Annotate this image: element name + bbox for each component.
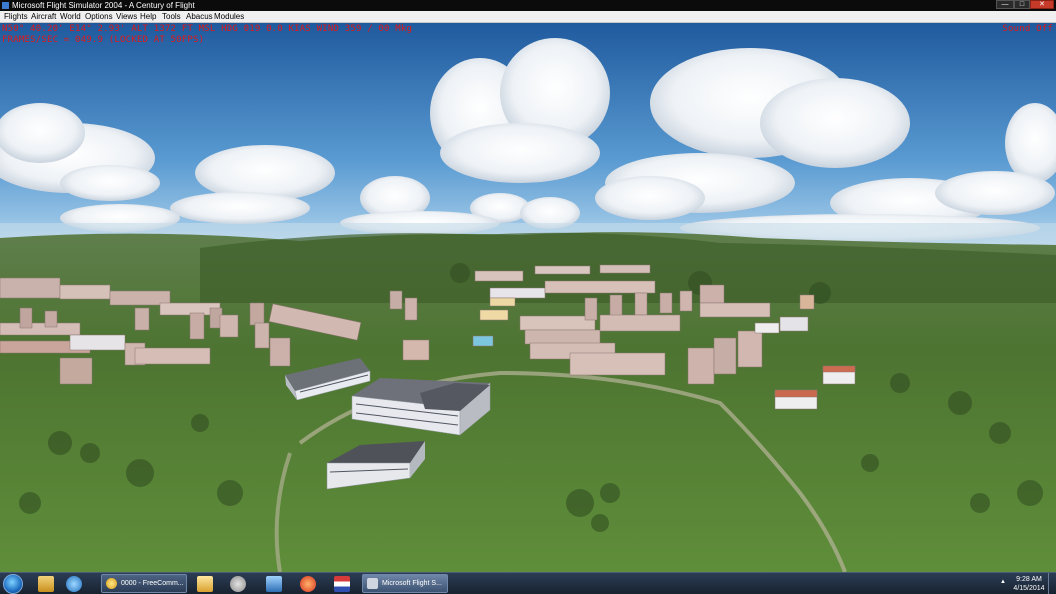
flight-scene-viewport[interactable]: N50° 40.20' E14° 2.93' ALT 1372 FT MSL H…: [0, 23, 1056, 572]
taskbar-task-label: 0000 - FreeComm...: [121, 580, 184, 587]
minimize-button[interactable]: —: [996, 0, 1014, 9]
hud-framerate-readout: FRAMES/SEC = 049.9 (LOCKED AT 50FPS): [2, 35, 205, 45]
menu-modules[interactable]: Modules: [214, 11, 244, 23]
close-button[interactable]: ✕: [1030, 0, 1054, 9]
taskbar-task-label: Microsoft Flight S...: [382, 580, 442, 587]
menu-tools[interactable]: Tools: [162, 11, 181, 23]
scenery-graphic: [0, 23, 1056, 572]
media-player-icon[interactable]: [66, 576, 82, 592]
show-desktop-button[interactable]: [1048, 573, 1056, 594]
menu-aircraft[interactable]: Aircraft: [31, 11, 56, 23]
clock-time: 9:28 AM: [1016, 576, 1042, 583]
windows-taskbar: 0000 - FreeComm... Microsoft Flight S...…: [0, 572, 1056, 594]
taskbar-task-flight-simulator[interactable]: Microsoft Flight S...: [362, 574, 448, 593]
clock-date: 4/15/2014: [1013, 585, 1045, 592]
folder-icon[interactable]: [197, 576, 213, 592]
window-title-bar[interactable]: Microsoft Flight Simulator 2004 - A Cent…: [0, 0, 1056, 11]
freecomm-icon: [106, 578, 117, 589]
taskbar-task-freecomm[interactable]: 0000 - FreeComm...: [101, 574, 187, 593]
system-clock[interactable]: 9:28 AM 4/15/2014: [1012, 575, 1046, 593]
app-icon: [2, 2, 9, 9]
hud-sound-status: Sound Off: [1002, 24, 1053, 34]
paint-icon[interactable]: [300, 576, 316, 592]
hud-position-readout: N50° 40.20' E14° 2.93' ALT 1372 FT MSL H…: [2, 24, 413, 34]
windows-explorer-icon[interactable]: [38, 576, 54, 592]
satellite-dish-icon[interactable]: [230, 576, 246, 592]
tray-expand-arrow[interactable]: ▲: [1000, 579, 1006, 585]
menu-abacus[interactable]: Abacus: [186, 11, 213, 23]
start-button[interactable]: [3, 574, 23, 594]
menu-world[interactable]: World: [60, 11, 81, 23]
network-icon[interactable]: [266, 576, 282, 592]
window-title: Microsoft Flight Simulator 2004 - A Cent…: [12, 1, 195, 10]
menu-flights[interactable]: Flights: [4, 11, 28, 23]
maximize-button[interactable]: □: [1014, 0, 1030, 9]
menu-options[interactable]: Options: [85, 11, 113, 23]
flag-icon[interactable]: [334, 576, 350, 592]
menu-views[interactable]: Views: [116, 11, 137, 23]
menu-bar: Flights Aircraft World Options Views Hel…: [0, 11, 1056, 23]
menu-help[interactable]: Help: [140, 11, 156, 23]
airplane-icon: [367, 578, 378, 589]
